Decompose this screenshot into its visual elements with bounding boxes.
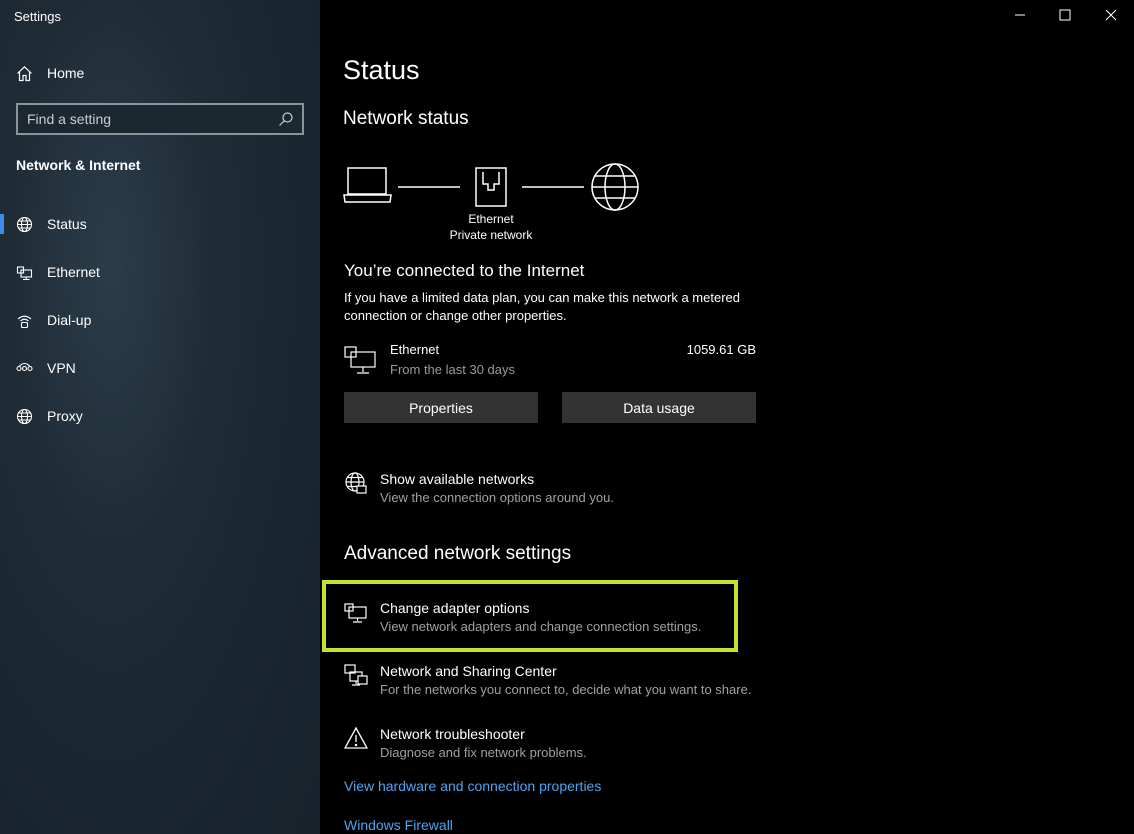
minimize-icon xyxy=(1015,14,1025,16)
sidebar-item-label: Proxy xyxy=(47,408,83,424)
minimize-button[interactable] xyxy=(997,0,1043,30)
app-title: Settings xyxy=(14,9,61,24)
search-input[interactable] xyxy=(18,105,278,133)
ethernet-usage-row: Ethernet From the last 30 days 1059.61 G… xyxy=(344,342,756,382)
section-title: Network & Internet xyxy=(16,157,141,173)
network-sharing-center[interactable]: Network and Sharing Center For the netwo… xyxy=(344,663,774,705)
diagram-network-type: Ethernet xyxy=(468,212,514,226)
laptop-icon xyxy=(343,167,392,203)
sidebar-item-label: Dial-up xyxy=(47,312,92,328)
search-icon[interactable] xyxy=(278,111,294,127)
properties-button[interactable]: Properties xyxy=(344,392,538,423)
sidebar-item-label: VPN xyxy=(47,360,76,376)
sidebar-item-status[interactable]: Status xyxy=(0,200,320,248)
hardware-properties-link[interactable]: View hardware and connection properties xyxy=(344,778,601,794)
vpn-icon xyxy=(16,362,33,371)
connected-heading: You’re connected to the Internet xyxy=(344,261,585,280)
sidebar-item-label: Ethernet xyxy=(47,264,100,280)
data-usage-button[interactable]: Data usage xyxy=(562,392,756,423)
ethernet-icon xyxy=(344,346,376,374)
page-title: Status xyxy=(343,55,420,85)
ethernet-period: From the last 30 days xyxy=(390,362,515,377)
ethernet-port-icon xyxy=(475,167,507,207)
main-content: Status Network status Ethernet Private n… xyxy=(320,0,1134,834)
search-box[interactable] xyxy=(16,103,304,135)
warning-icon xyxy=(344,726,368,749)
sidebar-nav: Status Ethernet Dial-up VPN Proxy xyxy=(0,200,320,440)
change-adapter-title: Change adapter options xyxy=(380,600,530,616)
sharing-center-icon xyxy=(344,664,368,686)
show-networks-subtitle: View the connection options around you. xyxy=(380,490,614,505)
sidebar-item-ethernet[interactable]: Ethernet xyxy=(0,248,320,296)
globe-icon xyxy=(16,408,33,424)
globe-network-icon xyxy=(345,472,367,494)
advanced-heading: Advanced network settings xyxy=(344,543,572,564)
change-adapter-options[interactable]: Change adapter options View network adap… xyxy=(344,600,774,642)
ethernet-icon xyxy=(16,265,33,280)
sidebar-item-vpn[interactable]: VPN xyxy=(0,344,320,392)
show-available-networks[interactable]: Show available networks View the connect… xyxy=(344,471,774,513)
connected-description: If you have a limited data plan, you can… xyxy=(344,290,740,323)
network-status-heading: Network status xyxy=(343,108,469,129)
troubleshooter-subtitle: Diagnose and fix network problems. xyxy=(380,745,587,760)
sidebar-item-label: Status xyxy=(47,216,87,232)
network-adapter-icon xyxy=(344,603,367,623)
home-label: Home xyxy=(47,65,85,81)
network-diagram: Ethernet Private network xyxy=(343,160,663,250)
close-button[interactable] xyxy=(1088,0,1134,30)
troubleshooter-title: Network troubleshooter xyxy=(380,726,525,742)
network-troubleshooter[interactable]: Network troubleshooter Diagnose and fix … xyxy=(344,726,774,768)
network-diagram-graphic xyxy=(343,163,639,211)
close-icon xyxy=(1105,9,1117,21)
dialup-icon xyxy=(17,315,32,328)
show-networks-title: Show available networks xyxy=(380,471,535,487)
sidebar-item-dial-up[interactable]: Dial-up xyxy=(0,296,320,344)
maximize-button[interactable] xyxy=(1042,0,1088,30)
windows-firewall-link[interactable]: Windows Firewall xyxy=(344,817,453,833)
sharing-center-title: Network and Sharing Center xyxy=(380,663,557,679)
globe-status-icon xyxy=(16,216,33,232)
change-adapter-subtitle: View network adapters and change connect… xyxy=(380,619,702,634)
ethernet-usage: 1059.61 GB xyxy=(686,342,756,357)
sidebar-item-proxy[interactable]: Proxy xyxy=(0,392,320,440)
diagram-network-profile: Private network xyxy=(449,228,533,242)
home-icon xyxy=(17,65,32,81)
sharing-center-subtitle: For the networks you connect to, decide … xyxy=(380,682,752,697)
internet-globe-icon xyxy=(591,163,639,211)
ethernet-name: Ethernet xyxy=(390,342,440,357)
maximize-icon xyxy=(1059,9,1071,21)
home-nav-item[interactable]: Home xyxy=(16,62,84,84)
sidebar: Settings Home Network & Internet Status xyxy=(0,0,320,834)
